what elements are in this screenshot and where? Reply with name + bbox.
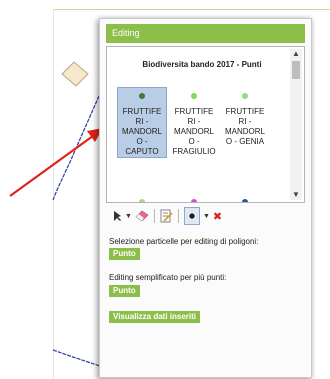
scroll-up-icon[interactable]: ▲ [290, 49, 302, 59]
point-symbol-icon [191, 93, 197, 99]
symbol-item-genia[interactable]: FRUTTIFE RI - MANDORL O - GENIA [220, 87, 270, 147]
point-symbol-icon[interactable] [191, 199, 197, 202]
layer-title: Biodiversita bando 2017 - Punti [142, 60, 262, 69]
panel-title: Editing [106, 24, 305, 43]
symbol-label: FRUTTIFE RI - MANDORL O - GENIA [224, 107, 265, 146]
dropdown-icon[interactable]: ▼ [125, 208, 132, 224]
view-data-button[interactable]: Visualizza dati inseriti [109, 311, 200, 323]
symbol-label: FRUTTIFE RI - MANDORL O - CAPUTO [121, 107, 162, 156]
edit-attributes-icon[interactable] [160, 208, 173, 224]
point-symbol-icon[interactable] [242, 199, 248, 202]
point-draw-icon[interactable] [183, 207, 200, 225]
map-dashed-boundary [52, 349, 101, 367]
point-symbol-icon [139, 93, 145, 99]
scroll-down-icon[interactable]: ▼ [290, 190, 302, 200]
delete-icon[interactable]: ✖ [213, 208, 222, 224]
symbol-label: FRUTTIFE RI - MANDORL O - FRAGIULIO [172, 107, 216, 156]
symbol-item-fragiulio[interactable]: FRUTTIFE RI - MANDORL O - FRAGIULIO [169, 87, 219, 157]
multi-point-button[interactable]: Punto [109, 285, 140, 297]
multi-point-editing-label: Editing semplificato per più punti: [109, 273, 227, 282]
toolbar-divider [153, 209, 155, 223]
point-symbol-icon[interactable] [139, 199, 145, 202]
polygon-point-button[interactable]: Punto [109, 248, 140, 260]
symbol-item-caputo[interactable]: FRUTTIFE RI - MANDORL O - CAPUTO [117, 87, 167, 158]
symbol-picker[interactable]: Biodiversita bando 2017 - Punti FRUTTIFE… [106, 46, 305, 203]
eraser-icon[interactable] [135, 208, 149, 224]
scroll-thumb[interactable] [292, 61, 300, 79]
red-pointer-arrow [9, 128, 103, 197]
dropdown-icon[interactable]: ▼ [203, 208, 210, 224]
select-arrow-icon[interactable] [112, 208, 122, 224]
toolbar-divider [177, 209, 179, 223]
editing-panel: Editing Biodiversita bando 2017 - Punti … [99, 18, 312, 378]
polygon-editing-label: Selezione particelle per editing di poli… [109, 237, 259, 246]
symbol-scrollbar[interactable]: ▲ ▼ [290, 49, 302, 200]
editing-toolbar: ▼ ▼ ✖ [112, 207, 302, 225]
map-parcel-shape [61, 61, 89, 87]
point-symbol-icon [242, 93, 248, 99]
